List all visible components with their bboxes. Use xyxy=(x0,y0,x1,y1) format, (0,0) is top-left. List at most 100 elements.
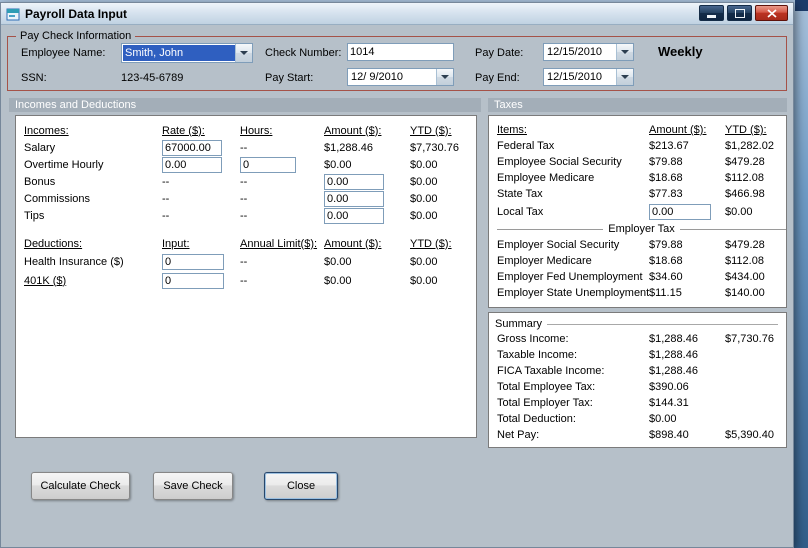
pay-end-datepicker[interactable]: 12/15/2010 xyxy=(543,68,634,86)
total-employer-tax-label: Total Employer Tax: xyxy=(497,397,593,409)
ssn-label: SSN: xyxy=(21,72,47,84)
gross-income-amount: $1,288.46 xyxy=(649,333,698,345)
bonus-rate: -- xyxy=(162,175,170,188)
pay-end-value: 12/15/2010 xyxy=(547,71,603,83)
employer-ss-label: Employer Social Security xyxy=(497,239,620,251)
gross-income-ytd: $7,730.76 xyxy=(725,333,774,345)
employee-name-value: Smith, John xyxy=(123,45,235,61)
chevron-down-icon xyxy=(621,50,629,54)
cell xyxy=(324,173,410,190)
input-column-header: Input: xyxy=(162,237,190,250)
cell xyxy=(162,271,240,290)
tips-amount-input[interactable] xyxy=(324,207,384,224)
payroll-window: Payroll Data Input Pay Check Information… xyxy=(0,2,794,548)
employee-medicare-label: Employee Medicare xyxy=(497,172,595,184)
deduction-amount-column-header: Amount ($): xyxy=(324,237,382,250)
commissions-amount-input[interactable] xyxy=(324,190,384,207)
taxes-table: Items: Amount ($): YTD ($): Federal Tax … xyxy=(489,116,786,301)
taxable-income-label: Taxable Income: xyxy=(497,349,578,361)
paycheck-info-legend: Pay Check Information xyxy=(16,30,136,43)
salary-amount: $1,288.46 xyxy=(324,141,373,154)
save-check-button[interactable]: Save Check xyxy=(153,472,233,500)
employer-fed-unemployment-ytd: $434.00 xyxy=(725,271,765,283)
commissions-label: Commissions xyxy=(24,192,91,205)
cell xyxy=(324,207,410,224)
check-number-label: Check Number: xyxy=(265,47,342,59)
employer-fed-unemployment-amount: $34.60 xyxy=(649,271,683,283)
federal-tax-label: Federal Tax xyxy=(497,140,555,152)
summary-legend: Summary xyxy=(489,313,786,331)
pay-date-dropdown-button[interactable] xyxy=(616,44,633,60)
net-pay-label: Net Pay: xyxy=(497,429,540,441)
fica-taxable-income-label: FICA Taxable Income: xyxy=(497,365,605,377)
employee-name-dropdown-button[interactable] xyxy=(235,44,252,62)
401k-input[interactable] xyxy=(162,272,224,289)
401k-amount: $0.00 xyxy=(324,274,352,287)
employee-ss-ytd: $479.28 xyxy=(725,156,765,168)
minimize-icon xyxy=(707,15,716,18)
summary-title: Summary xyxy=(495,318,543,330)
chevron-down-icon xyxy=(621,75,629,79)
total-employer-tax-amount: $144.31 xyxy=(649,397,689,409)
employer-tax-divider: Employer Tax xyxy=(497,221,786,237)
incomes-deductions-panel: Incomes: Rate ($): Hours: Amount ($): YT… xyxy=(15,115,477,438)
close-window-button[interactable] xyxy=(755,5,788,21)
overtime-hours-input[interactable] xyxy=(240,156,296,173)
salary-hours: -- xyxy=(240,141,248,154)
summary-panel: Summary Gross Income: $1,288.46 $7,730.7… xyxy=(488,312,787,448)
desktop-fragment xyxy=(795,0,808,11)
employer-fed-unemployment-label: Employer Fed Unemployment xyxy=(497,271,643,283)
401k-ytd: $0.00 xyxy=(410,274,438,287)
paycheck-info-group: Pay Check Information Employee Name: Smi… xyxy=(7,30,787,91)
tips-hours: -- xyxy=(240,209,248,222)
deductions-column-header: Deductions: xyxy=(24,237,83,250)
caption-buttons xyxy=(699,3,788,24)
pay-start-datepicker[interactable]: 12/ 9/2010 xyxy=(347,68,454,86)
pay-end-dropdown-button[interactable] xyxy=(616,69,633,85)
401k-link[interactable]: 401K ($) xyxy=(24,271,162,290)
federal-tax-ytd: $1,282.02 xyxy=(725,140,774,152)
ytd-column-header: YTD ($): xyxy=(410,124,452,137)
salary-rate-input[interactable] xyxy=(162,139,222,156)
cell xyxy=(240,156,324,173)
pay-date-value: 12/15/2010 xyxy=(547,46,603,58)
salary-label: Salary xyxy=(24,141,56,154)
net-pay-amount: $898.40 xyxy=(649,429,689,441)
deduction-ytd-column-header: YTD ($): xyxy=(410,237,452,250)
bonus-amount-input[interactable] xyxy=(324,173,384,190)
close-button[interactable]: Close xyxy=(264,472,338,500)
minimize-button[interactable] xyxy=(699,5,724,21)
local-tax-ytd: $0.00 xyxy=(725,205,753,218)
maximize-button[interactable] xyxy=(727,5,752,21)
pay-date-datepicker[interactable]: 12/15/2010 xyxy=(543,43,634,61)
employee-ss-amount: $79.88 xyxy=(649,156,683,168)
overtime-rate-input[interactable] xyxy=(162,156,222,173)
commissions-rate: -- xyxy=(162,192,170,205)
employee-medicare-ytd: $112.08 xyxy=(725,172,764,184)
net-pay-ytd: $5,390.40 xyxy=(725,429,774,441)
state-tax-ytd: $466.98 xyxy=(725,188,765,200)
taxable-income-ytd xyxy=(725,347,786,363)
maximize-icon xyxy=(734,8,745,18)
employer-ss-amount: $79.88 xyxy=(649,239,683,251)
employee-name-combobox[interactable]: Smith, John xyxy=(121,43,253,63)
incomes-deductions-section-header: Incomes and Deductions xyxy=(9,98,481,112)
cell xyxy=(649,202,725,221)
pay-start-dropdown-button[interactable] xyxy=(436,69,453,85)
total-employee-tax-label: Total Employee Tax: xyxy=(497,381,596,393)
health-insurance-input[interactable] xyxy=(162,253,224,270)
calculate-check-button[interactable]: Calculate Check xyxy=(31,472,130,500)
health-insurance-label: Health Insurance ($) xyxy=(24,255,124,268)
401k-limit: -- xyxy=(240,274,248,287)
tips-rate: -- xyxy=(162,209,170,222)
fica-taxable-income-amount: $1,288.46 xyxy=(649,365,698,377)
pay-frequency-label: Weekly xyxy=(658,44,703,59)
annual-limit-column-header: Annual Limit($): xyxy=(240,237,318,250)
window-title: Payroll Data Input xyxy=(25,6,128,21)
titlebar[interactable]: Payroll Data Input xyxy=(1,3,793,25)
pay-start-value: 12/ 9/2010 xyxy=(351,71,403,83)
employer-ss-ytd: $479.28 xyxy=(725,239,765,251)
check-number-input[interactable] xyxy=(347,43,454,61)
local-tax-input[interactable] xyxy=(649,203,711,220)
